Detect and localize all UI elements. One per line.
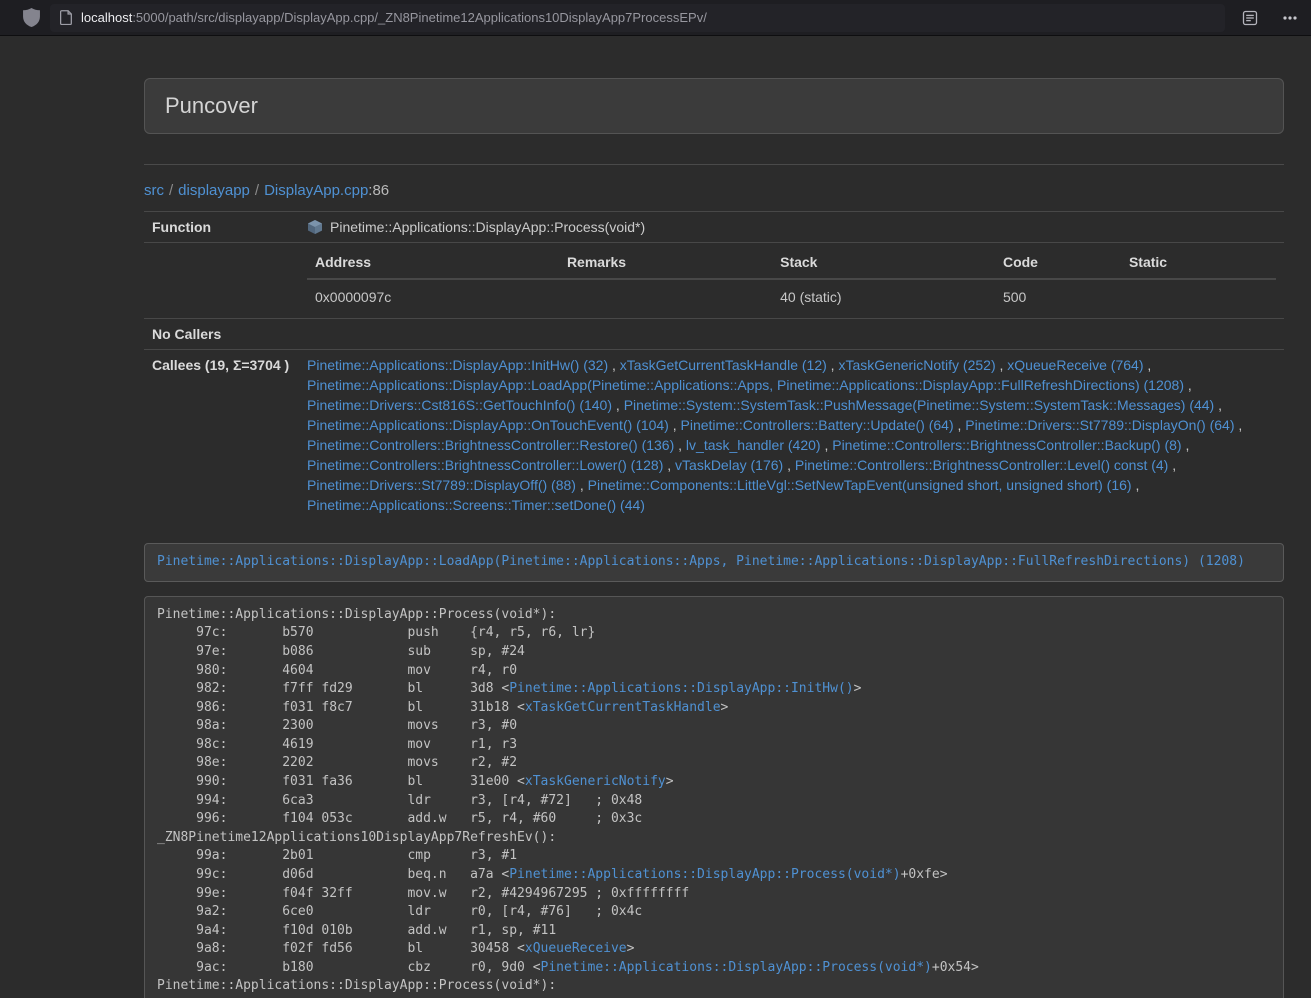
stats-static bbox=[1121, 279, 1276, 313]
callee-link[interactable]: Pinetime::Applications::Screens::Timer::… bbox=[307, 497, 645, 513]
app-title: Puncover bbox=[165, 93, 1263, 119]
breadcrumb-link-src[interactable]: src bbox=[144, 182, 164, 199]
breadcrumb: src / displayapp / DisplayApp.cpp:86 bbox=[144, 182, 1284, 199]
more-menu-icon[interactable] bbox=[1277, 5, 1303, 31]
callee-link[interactable]: xTaskGetCurrentTaskHandle (12) bbox=[620, 357, 827, 373]
callee-link[interactable]: Pinetime::Applications::DisplayApp::Load… bbox=[307, 377, 1184, 393]
no-callers-row: No Callers bbox=[144, 319, 1284, 350]
address-bar[interactable]: localhost:5000/path/src/displayapp/Displ… bbox=[50, 4, 1225, 32]
callee-link[interactable]: lv_task_handler (420) bbox=[686, 437, 821, 453]
code-symbol-link[interactable]: xTaskGenericNotify bbox=[525, 774, 666, 789]
function-row: Function Pinetime::Applications::Display… bbox=[144, 212, 1284, 243]
stats-header-address: Address bbox=[307, 248, 559, 279]
divider bbox=[144, 164, 1284, 165]
callee-link[interactable]: Pinetime::Drivers::Cst816S::GetTouchInfo… bbox=[307, 397, 612, 413]
callees-label: Callees (19, Σ=3704 ) bbox=[144, 350, 299, 521]
app-header-panel: Puncover bbox=[144, 78, 1284, 134]
function-type-icon bbox=[307, 219, 323, 235]
url-text: localhost:5000/path/src/displayapp/Displ… bbox=[81, 10, 707, 25]
page-content: Puncover src / displayapp / DisplayApp.cpp:8… bbox=[144, 78, 1284, 998]
callee-link[interactable]: Pinetime::System::SystemTask::PushMessag… bbox=[624, 397, 1215, 413]
callee-link[interactable]: Pinetime::Controllers::BrightnessControl… bbox=[307, 437, 674, 453]
stats-header-stack: Stack bbox=[772, 248, 995, 279]
tracking-protection-shield-icon[interactable] bbox=[23, 8, 40, 27]
breadcrumb-link-file[interactable]: DisplayApp.cpp bbox=[264, 182, 368, 199]
breadcrumb-separator: / bbox=[169, 182, 173, 199]
callee-link[interactable]: xQueueReceive (764) bbox=[1007, 357, 1143, 373]
no-callers-label: No Callers bbox=[144, 319, 299, 350]
browser-toolbar: localhost:5000/path/src/displayapp/Displ… bbox=[0, 0, 1311, 36]
callee-link[interactable]: xTaskGenericNotify (252) bbox=[838, 357, 995, 373]
callee-link[interactable]: Pinetime::Applications::DisplayApp::OnTo… bbox=[307, 417, 669, 433]
code-symbol-link[interactable]: Pinetime::Applications::DisplayApp::Init… bbox=[509, 681, 853, 696]
stats-header-remarks: Remarks bbox=[559, 248, 772, 279]
callee-link[interactable]: Pinetime::Drivers::St7789::DisplayOn() (… bbox=[965, 417, 1234, 433]
callees-row: Callees (19, Σ=3704 ) Pinetime::Applicat… bbox=[144, 350, 1284, 521]
callee-link[interactable]: Pinetime::Controllers::BrightnessControl… bbox=[832, 437, 1181, 453]
highlighted-callee-link[interactable]: Pinetime::Applications::DisplayApp::Load… bbox=[157, 554, 1245, 569]
stats-row: Address Remarks Stack Code Static 0x0000… bbox=[144, 243, 1284, 319]
breadcrumb-separator: / bbox=[255, 182, 259, 199]
url-domain: localhost bbox=[81, 10, 132, 25]
highlighted-symbol-box: Pinetime::Applications::DisplayApp::Load… bbox=[144, 543, 1284, 582]
url-path: :5000/path/src/displayapp/DisplayApp.cpp… bbox=[132, 10, 707, 25]
code-symbol-link[interactable]: xQueueReceive bbox=[525, 941, 627, 956]
callee-link[interactable]: Pinetime::Components::LittleVgl::SetNewT… bbox=[588, 477, 1132, 493]
callee-link[interactable]: Pinetime::Controllers::Battery::Update()… bbox=[681, 417, 954, 433]
code-symbol-link[interactable]: xTaskGetCurrentTaskHandle bbox=[525, 700, 721, 715]
function-name: Pinetime::Applications::DisplayApp::Proc… bbox=[330, 219, 645, 235]
stats-values-row: 0x0000097c 40 (static) 500 bbox=[307, 279, 1276, 313]
callees-list: Pinetime::Applications::DisplayApp::Init… bbox=[299, 350, 1284, 521]
disassembly-listing: Pinetime::Applications::DisplayApp::Proc… bbox=[144, 596, 1284, 998]
stats-table: Address Remarks Stack Code Static 0x0000… bbox=[307, 248, 1276, 313]
stats-address: 0x0000097c bbox=[307, 279, 559, 313]
symbol-table: Function Pinetime::Applications::Display… bbox=[144, 211, 1284, 520]
code-symbol-link[interactable]: Pinetime::Applications::DisplayApp::Proc… bbox=[509, 867, 900, 882]
function-label: Function bbox=[144, 212, 299, 243]
stats-header-static: Static bbox=[1121, 248, 1276, 279]
callee-link[interactable]: Pinetime::Drivers::St7789::DisplayOff() … bbox=[307, 477, 576, 493]
stats-header-code: Code bbox=[995, 248, 1121, 279]
stats-code: 500 bbox=[995, 279, 1121, 313]
code-symbol-link[interactable]: Pinetime::Applications::DisplayApp::Proc… bbox=[541, 960, 932, 975]
breadcrumb-line-number: :86 bbox=[368, 182, 389, 199]
stats-remarks bbox=[559, 279, 772, 313]
callee-link[interactable]: vTaskDelay (176) bbox=[675, 457, 783, 473]
callee-link[interactable]: Pinetime::Controllers::BrightnessControl… bbox=[795, 457, 1168, 473]
callee-link[interactable]: Pinetime::Applications::DisplayApp::Init… bbox=[307, 357, 608, 373]
breadcrumb-link-displayapp[interactable]: displayapp bbox=[178, 182, 250, 199]
stats-row-label bbox=[144, 243, 299, 319]
reader-mode-icon[interactable] bbox=[1237, 5, 1263, 31]
callee-link[interactable]: Pinetime::Controllers::BrightnessControl… bbox=[307, 457, 663, 473]
page-identity-icon[interactable] bbox=[60, 10, 73, 25]
stats-stack: 40 (static) bbox=[772, 279, 995, 313]
